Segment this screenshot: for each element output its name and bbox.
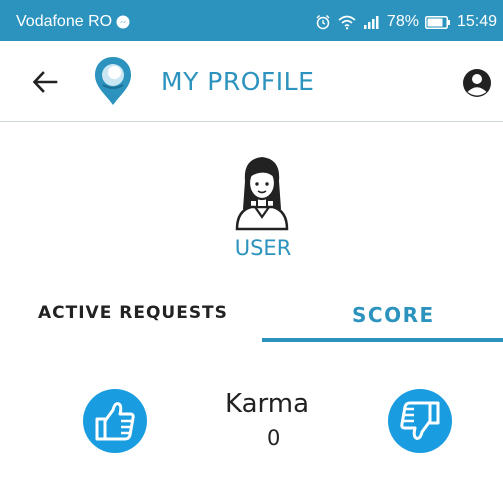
karma-value: 0 bbox=[267, 426, 281, 450]
karma-label: Karma bbox=[225, 389, 310, 419]
user-avatar-icon bbox=[235, 157, 289, 231]
account-circle-icon[interactable] bbox=[462, 68, 492, 98]
arrow-left-icon[interactable] bbox=[32, 71, 58, 93]
alarm-icon bbox=[316, 14, 330, 30]
thumbs-up-icon[interactable] bbox=[82, 388, 148, 454]
username: USER bbox=[234, 236, 292, 260]
battery-icon bbox=[424, 15, 450, 29]
battery-percent: 78% bbox=[386, 13, 419, 30]
location-pin-logo bbox=[95, 57, 131, 105]
status-bar: Vodafone RO 78% 15:49 bbox=[0, 0, 503, 41]
status-right: 78% 15:49 bbox=[315, 13, 497, 31]
app-bar: MY PROFILE bbox=[0, 41, 503, 122]
tab-active-requests[interactable]: ACTIVE REQUESTS bbox=[38, 303, 228, 323]
active-tab-indicator bbox=[262, 338, 503, 342]
messenger-icon bbox=[116, 15, 130, 29]
clock-time: 15:49 bbox=[456, 13, 497, 30]
status-left: Vodafone RO bbox=[16, 13, 130, 31]
thumbs-down-icon[interactable] bbox=[387, 388, 453, 454]
wifi-icon bbox=[338, 15, 356, 30]
page-title: MY PROFILE bbox=[161, 67, 315, 96]
carrier-name: Vodafone RO bbox=[16, 13, 113, 30]
signal-icon bbox=[363, 16, 379, 29]
tab-score[interactable]: SCORE bbox=[352, 303, 435, 327]
